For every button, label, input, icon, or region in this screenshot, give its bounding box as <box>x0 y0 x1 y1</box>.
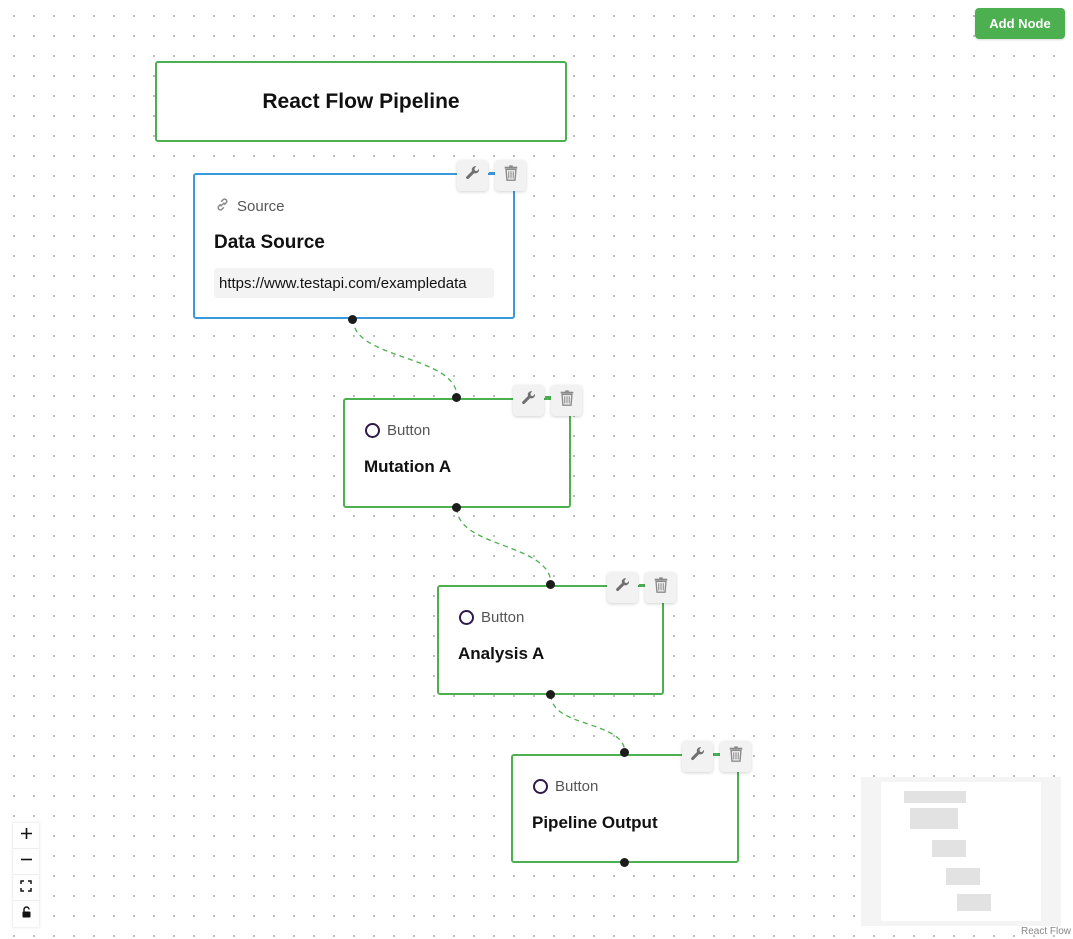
node-type: Button <box>365 422 430 439</box>
source-handle[interactable] <box>452 503 461 512</box>
wrench-icon <box>464 164 482 187</box>
link-icon <box>215 197 230 216</box>
node-delete-button[interactable] <box>720 741 751 772</box>
pipeline-title: React Flow Pipeline <box>262 89 460 113</box>
node-title: Pipeline Output <box>532 813 658 832</box>
target-handle[interactable] <box>620 748 629 757</box>
wrench-icon <box>614 576 632 599</box>
node-type: Button <box>533 778 598 795</box>
node-settings-button[interactable] <box>457 160 488 191</box>
node-title: Data Source <box>214 232 325 253</box>
zoom-out-button[interactable] <box>13 849 39 875</box>
node-type: Button <box>459 609 524 626</box>
node-settings-button[interactable] <box>607 572 638 603</box>
trash-icon <box>558 389 576 412</box>
source-handle[interactable] <box>620 858 629 867</box>
wrench-icon <box>520 389 538 412</box>
target-handle[interactable] <box>546 580 555 589</box>
attribution-link[interactable]: React Flow <box>1021 926 1071 937</box>
edge-analysis-to-output[interactable] <box>550 694 626 754</box>
edge-mutation-to-analysis[interactable] <box>456 507 552 585</box>
node-settings-button[interactable] <box>513 385 544 416</box>
lock-button[interactable] <box>13 901 39 927</box>
source-handle[interactable] <box>546 690 555 699</box>
minimap-node <box>946 868 980 885</box>
target-handle[interactable] <box>452 393 461 402</box>
title-node[interactable]: React Flow Pipeline <box>155 61 567 142</box>
node-delete-button[interactable] <box>551 385 582 416</box>
circle-icon <box>365 423 380 438</box>
node-type-label: Button <box>481 609 525 626</box>
node-delete-button[interactable] <box>495 160 526 191</box>
edge-source-to-mutation[interactable] <box>352 318 458 398</box>
minimap-node <box>932 840 966 857</box>
node-data-source[interactable]: Source Data Source <box>193 173 515 319</box>
source-handle[interactable] <box>348 315 357 324</box>
node-settings-button[interactable] <box>682 741 713 772</box>
trash-icon <box>652 576 670 599</box>
minimap-node <box>910 808 958 829</box>
minimap[interactable] <box>861 777 1061 926</box>
node-type-label: Source <box>237 198 285 215</box>
url-input[interactable] <box>214 268 494 298</box>
node-title: Analysis A <box>458 644 545 663</box>
node-type-label: Button <box>555 778 599 795</box>
circle-icon <box>459 610 474 625</box>
trash-icon <box>502 164 520 187</box>
lock-icon <box>21 905 32 923</box>
node-title: Mutation A <box>364 457 452 476</box>
node-delete-button[interactable] <box>645 572 676 603</box>
minimap-node <box>904 791 966 803</box>
flow-controls <box>13 823 39 927</box>
minus-icon <box>20 853 33 871</box>
node-type: Source <box>215 197 285 216</box>
fit-view-icon <box>20 879 32 897</box>
zoom-in-button[interactable] <box>13 823 39 849</box>
node-type-label: Button <box>387 422 431 439</box>
circle-icon <box>533 779 548 794</box>
fit-view-button[interactable] <box>13 875 39 901</box>
wrench-icon <box>689 745 707 768</box>
minimap-node <box>957 894 991 911</box>
plus-icon <box>20 827 33 845</box>
trash-icon <box>727 745 745 768</box>
